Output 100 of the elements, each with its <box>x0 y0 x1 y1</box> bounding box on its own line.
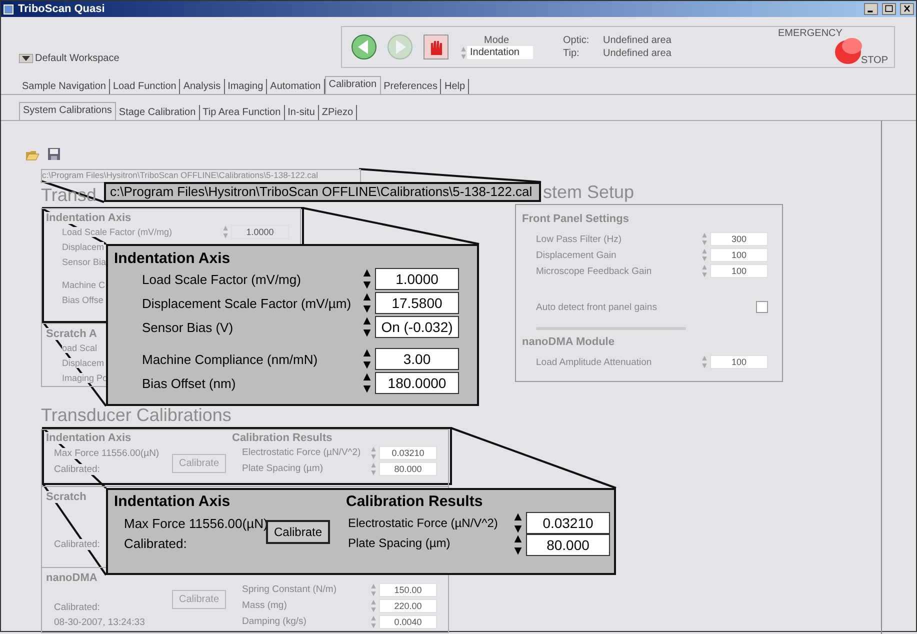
max-force-text: Max Force 11556.00(µN) <box>124 516 268 531</box>
mode-label: Mode <box>484 34 509 46</box>
value-field[interactable]: On (-0.032) <box>375 316 459 338</box>
value-field[interactable]: 80.000 <box>526 534 610 556</box>
calibrated-label: Calibrated: <box>54 464 100 475</box>
field-label: Displacement Scale Factor (mV/µm) <box>142 296 352 310</box>
dropdown-icon[interactable] <box>19 54 33 63</box>
field-label: Load Scale Factor (mV/mg) <box>142 272 301 286</box>
group-title: Indentation Axis <box>114 250 232 267</box>
value-field[interactable]: 0.03210 <box>379 446 437 460</box>
tab[interactable]: Sample Navigation <box>19 79 110 94</box>
field-label: Displacem <box>62 242 104 252</box>
value-field[interactable]: 300 <box>710 232 768 246</box>
workspace-label[interactable]: Default Workspace <box>35 53 120 64</box>
value-field[interactable]: 180.0000 <box>375 372 459 394</box>
tab[interactable]: Stage Calibration <box>116 105 200 120</box>
tab[interactable]: Load Function <box>110 79 180 94</box>
window-title: TriboScan Quasi <box>18 3 106 15</box>
field-label: Electrostatic Force (µN/V^2) <box>242 447 361 458</box>
group-title: nanoDMA Module <box>522 336 614 348</box>
value-field[interactable]: 1.0000 <box>375 268 459 290</box>
tab[interactable]: Preferences <box>380 79 442 94</box>
value-field[interactable]: 3.00 <box>375 348 459 370</box>
value-field[interactable]: 100 <box>710 264 768 278</box>
field-label: Mass (mg) <box>242 600 287 611</box>
tab[interactable]: Help <box>441 79 470 94</box>
value-field[interactable]: 0.03210 <box>526 512 610 534</box>
calibrate-button[interactable]: Calibrate <box>266 520 330 544</box>
spinner-icon[interactable] <box>361 348 373 370</box>
spinner-icon[interactable] <box>512 512 524 534</box>
group-title: Scratch A <box>46 328 97 340</box>
tab[interactable]: ZPiezo <box>318 105 358 120</box>
field-label: Bias Offse <box>62 294 104 304</box>
field-label: Machine Compliance (nm/mN) <box>142 352 318 366</box>
group-title: Indentation Axis <box>46 212 132 224</box>
checkbox-label: Auto detect front panel gains <box>536 302 657 312</box>
group-title: nanoDMA <box>46 572 98 584</box>
field-label: Machine C <box>62 280 106 290</box>
save-icon[interactable] <box>47 147 61 161</box>
tab[interactable]: Tip Area Function <box>200 105 285 120</box>
field-label: Load Scale Factor (mV/mg) <box>62 226 172 236</box>
spinner-icon[interactable] <box>512 534 524 556</box>
section-heading: Transducer Calibrations <box>41 405 232 427</box>
value-field[interactable]: 80.000 <box>379 462 437 476</box>
tab[interactable]: Analysis <box>180 79 225 94</box>
spinner-icon[interactable] <box>361 316 373 338</box>
app-icon <box>3 4 14 14</box>
field-label: Load Amplitude Attenuation <box>536 356 652 368</box>
field-label: Sensor Bia <box>62 256 106 266</box>
calibrated-label: Calibrated: <box>54 539 100 550</box>
emergency-label: EMERGENCY <box>778 28 842 39</box>
minimize-icon[interactable] <box>864 3 878 15</box>
maximize-icon[interactable] <box>882 3 896 15</box>
value-field[interactable]: 150.00 <box>379 583 437 597</box>
field-label: oad Scal <box>62 342 98 352</box>
magnified-file-path: c:\Program Files\Hysitron\TriboScan OFFLINE\Calibrations\5-138-122.cal <box>104 182 541 202</box>
spinner-icon[interactable] <box>361 268 373 290</box>
field-label: Plate Spacing (µm) <box>242 463 323 474</box>
stop-label: STOP <box>860 55 888 66</box>
back-button[interactable] <box>350 33 378 61</box>
field-label: Sensor Bias (V) <box>142 320 234 334</box>
status-value: Undefined area <box>603 48 672 59</box>
max-force-text: Max Force 11556.00(µN) <box>54 448 160 459</box>
group-title: Calibration Results <box>346 493 483 510</box>
field-label: Damping (kg/s) <box>242 616 306 627</box>
status-value: Undefined area <box>603 35 672 46</box>
tab[interactable]: In-situ <box>284 105 319 120</box>
field-label: Electrostatic Force (µN/V^2) <box>348 516 498 530</box>
calibration-date: 08-30-2007, 13:24:33 <box>54 617 145 628</box>
field-label: Microscope Feedback Gain <box>536 266 652 276</box>
checkbox[interactable] <box>756 301 768 313</box>
calibrated-label: Calibrated: <box>54 602 100 613</box>
tab[interactable]: Calibration <box>324 76 381 94</box>
stop-button[interactable] <box>422 33 450 61</box>
field-label: Plate Spacing (µm) <box>348 536 450 550</box>
spinner-icon[interactable] <box>361 372 373 394</box>
mode-field[interactable]: Indentation <box>467 46 533 59</box>
field-label: Spring Constant (N/m) <box>242 584 337 595</box>
tab[interactable]: System Calibrations <box>19 102 116 120</box>
status-label: Tip: <box>563 48 580 59</box>
field-label: Low Pass Filter (Hz) <box>536 234 622 244</box>
group-title: Front Panel Settings <box>522 213 629 225</box>
value-field[interactable]: 220.00 <box>379 599 437 613</box>
value-field[interactable]: 100 <box>710 248 768 262</box>
value-field[interactable]: 100 <box>710 355 768 369</box>
field-label: Displacem <box>62 358 104 368</box>
value-field[interactable]: 17.5800 <box>375 292 459 314</box>
status-label: Optic: <box>563 35 590 46</box>
group-title: Scratch <box>46 491 86 503</box>
field-label: Bias Offset (nm) <box>142 376 236 390</box>
group-title: Indentation Axis <box>46 432 132 444</box>
close-icon[interactable] <box>900 3 914 15</box>
calibrated-label: Calibrated: <box>124 536 187 551</box>
group-title: Indentation Axis <box>114 493 230 510</box>
spinner-icon[interactable] <box>361 292 373 314</box>
tab[interactable]: Imaging <box>224 79 268 94</box>
value-field[interactable]: 0.0040 <box>379 615 437 629</box>
group-title: Calibration Results <box>232 432 332 444</box>
field-label: Displacement Gain <box>536 250 616 260</box>
value-field[interactable]: 1.0000 <box>231 224 290 238</box>
